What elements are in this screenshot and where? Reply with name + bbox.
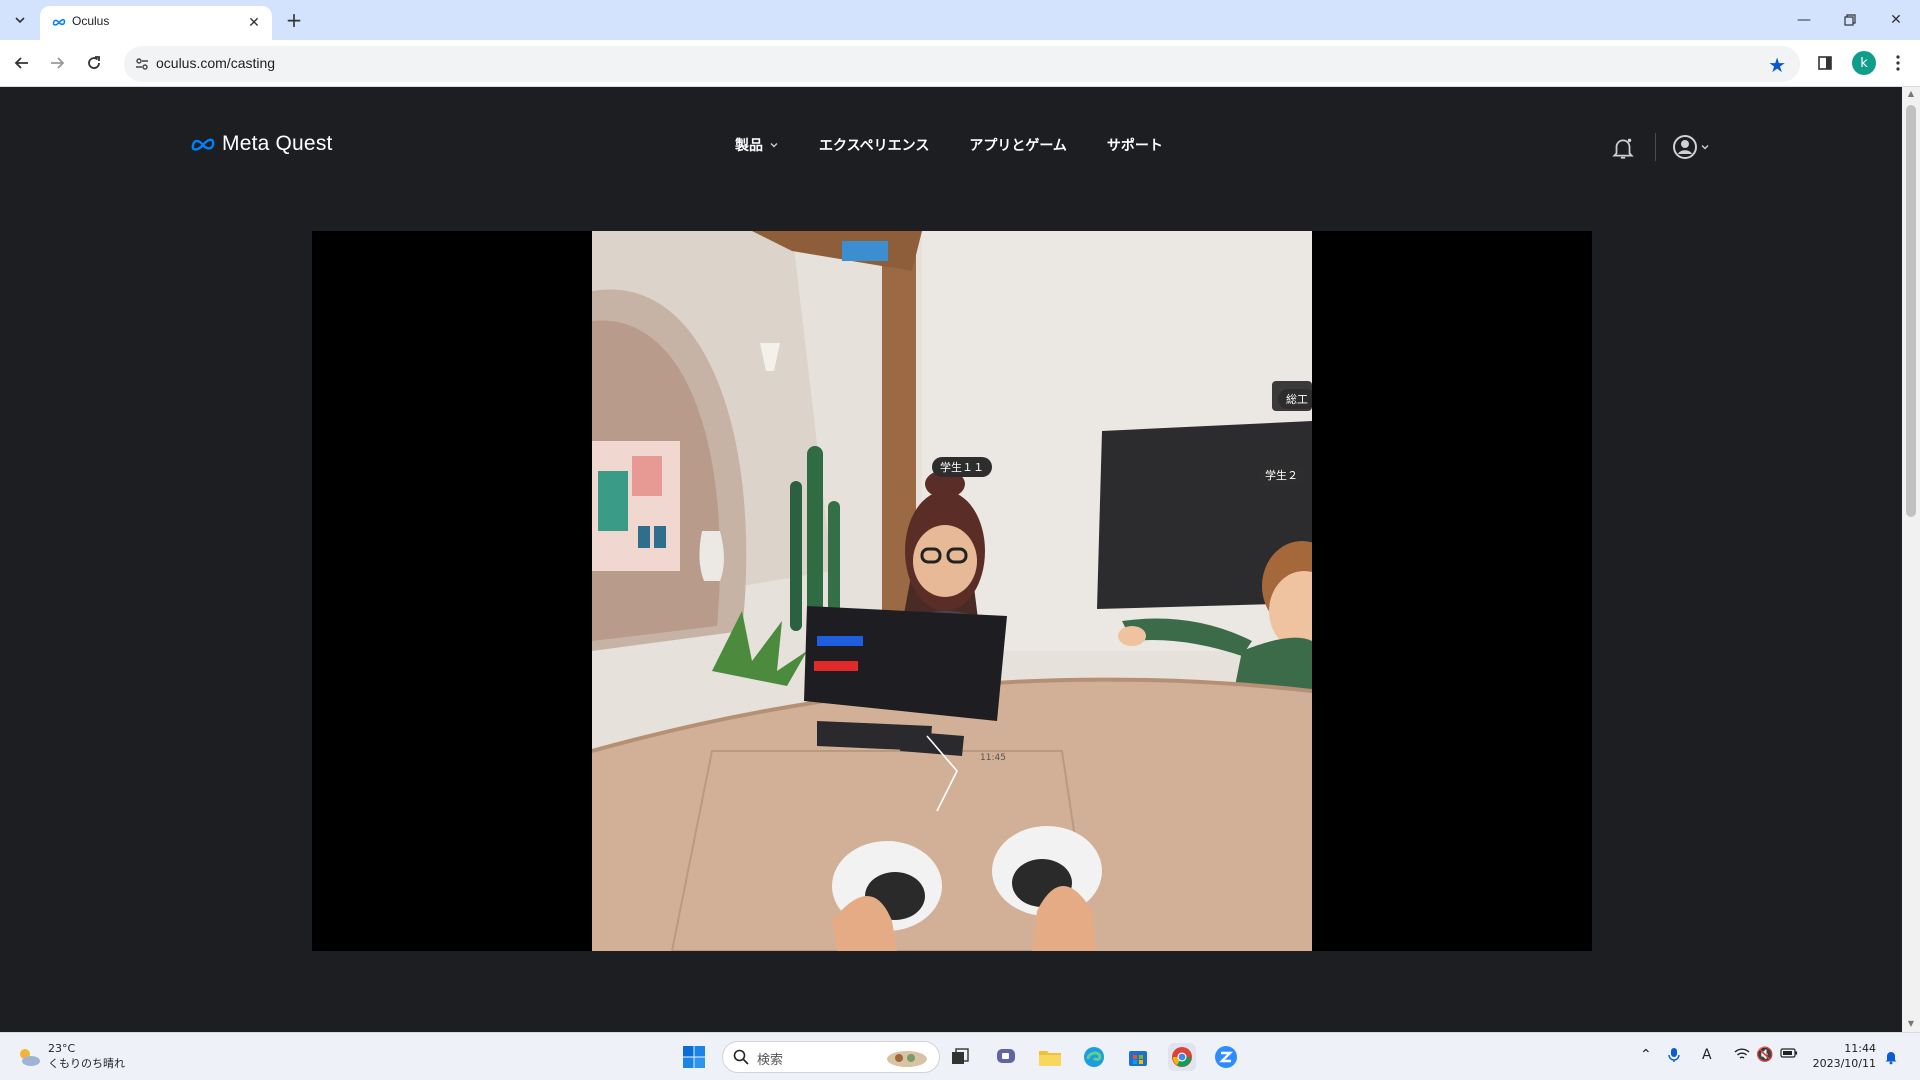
- system-clock[interactable]: 11:44 2023/10/11: [1810, 1041, 1876, 1071]
- bookmark-star-icon[interactable]: ★: [1768, 53, 1786, 77]
- reload-icon: [88, 56, 100, 69]
- back-button[interactable]: [10, 51, 34, 75]
- search-highlight-icon: [887, 1051, 927, 1067]
- chrome-app-button[interactable]: [1168, 1043, 1196, 1071]
- close-window-button[interactable]: ✕: [1884, 8, 1908, 32]
- edge-icon: [1084, 1047, 1104, 1067]
- folder-icon: [1039, 1051, 1061, 1066]
- nav-experiences[interactable]: エクスペリエンス: [819, 135, 929, 155]
- user-avatar-icon: [1673, 135, 1697, 159]
- url-text[interactable]: oculus.com/casting: [156, 55, 275, 71]
- nav-label: アプリとゲーム: [969, 138, 1067, 154]
- meta-quest-logo[interactable]: Meta Quest: [190, 132, 333, 156]
- ime-mode-icon[interactable]: A: [1702, 1047, 1712, 1063]
- header-divider: [1655, 133, 1656, 161]
- nav-products[interactable]: 製品: [735, 135, 779, 155]
- page-scrollbar[interactable]: ▲ ▼: [1902, 87, 1920, 1032]
- clock-date: 2023/10/11: [1812, 1057, 1876, 1070]
- arrow-right-icon: [51, 57, 65, 69]
- meta-logo-icon: [52, 19, 66, 26]
- scroll-down-icon[interactable]: ▼: [1906, 1019, 1916, 1029]
- weather-temp: 23°C: [48, 1042, 76, 1055]
- zoom-app-button[interactable]: [1212, 1043, 1240, 1071]
- chrome-icon: [1172, 1047, 1192, 1067]
- site-info-icon[interactable]: [134, 56, 150, 72]
- windows-start-icon[interactable]: [682, 1045, 706, 1069]
- battery-icon[interactable]: [1780, 1047, 1798, 1059]
- task-view-button[interactable]: [946, 1043, 974, 1071]
- arrow-left-icon: [14, 57, 28, 69]
- vr-name-tag: 学生２: [1257, 465, 1306, 485]
- tab-title: Oculus: [72, 14, 110, 28]
- tray-overflow-icon[interactable]: ⌃: [1640, 1047, 1652, 1063]
- scroll-up-icon[interactable]: ▲: [1906, 89, 1916, 99]
- account-menu[interactable]: [1672, 132, 1714, 162]
- microphone-icon[interactable]: [1668, 1047, 1680, 1063]
- nav-apps-games[interactable]: アプリとゲーム: [969, 135, 1067, 155]
- chevron-down-icon: [1701, 145, 1709, 150]
- nav-label: 製品: [735, 138, 763, 154]
- weather-condition: くもりのち晴れ: [48, 1057, 125, 1070]
- close-tab-icon[interactable]: ✕: [246, 15, 262, 31]
- kebab-menu-icon: [1896, 55, 1900, 71]
- chevron-down-icon: [15, 17, 25, 24]
- scrollbar-thumb[interactable]: [1906, 105, 1916, 517]
- chrome-menu-button[interactable]: [1886, 51, 1910, 75]
- side-panel-icon: [1818, 56, 1832, 70]
- teams-app-button[interactable]: [992, 1043, 1020, 1071]
- weather-widget[interactable]: 23°C くもりのち晴れ: [16, 1042, 125, 1071]
- restore-button[interactable]: [1838, 8, 1862, 32]
- search-icon: [733, 1049, 749, 1065]
- side-panel-button[interactable]: [1813, 51, 1837, 75]
- vr-cast-view: 学生１１ 学生２ 総工 11:45: [592, 231, 1312, 951]
- partly-cloudy-icon: [20, 1048, 40, 1066]
- profile-avatar[interactable]: k: [1852, 51, 1876, 75]
- vr-panel-time: 11:45: [980, 753, 1006, 763]
- task-view-icon: [952, 1048, 969, 1064]
- vr-name-tag: 総工: [1278, 389, 1312, 409]
- notification-icon[interactable]: [1884, 1049, 1898, 1065]
- web-page: Meta Quest 製品 エクスペリエンス アプリとゲーム サポート 学生１１…: [0, 87, 1902, 1032]
- zoom-icon: [1215, 1046, 1237, 1068]
- minimize-button[interactable]: —: [1792, 8, 1816, 32]
- reload-button[interactable]: [82, 51, 106, 75]
- browser-toolbar: oculus.com/casting ★ k: [0, 40, 1920, 87]
- clock-time: 11:44: [1844, 1042, 1876, 1055]
- vr-scene-illustration: [592, 231, 1312, 951]
- vr-name-tag: 学生１１: [932, 457, 992, 477]
- main-nav: 製品 エクスペリエンス アプリとゲーム サポート: [735, 135, 1163, 155]
- address-bar[interactable]: oculus.com/casting ★: [124, 46, 1800, 82]
- edge-browser-button[interactable]: [1080, 1043, 1108, 1071]
- casting-video-frame: 学生１１ 学生２ 総工 11:45: [312, 231, 1592, 951]
- chevron-down-icon: [770, 143, 778, 148]
- tab-search-button[interactable]: [6, 8, 34, 32]
- restore-icon: [1844, 14, 1856, 26]
- new-tab-button[interactable]: +: [282, 8, 306, 32]
- nav-label: エクスペリエンス: [819, 138, 930, 154]
- tab-strip: Oculus ✕ + — ✕: [0, 0, 1920, 40]
- store-icon: [1129, 1051, 1147, 1066]
- browser-tab-active[interactable]: Oculus ✕: [40, 6, 272, 40]
- brand-text: Meta Quest: [222, 132, 333, 155]
- meta-logo-icon: [191, 138, 215, 151]
- forward-button[interactable]: [45, 51, 69, 75]
- taskbar-search[interactable]: 検索: [722, 1041, 940, 1073]
- windows-taskbar: 23°C くもりのち晴れ 検索 ⌃ A �: [0, 1032, 1920, 1080]
- store-app-button[interactable]: [1124, 1043, 1152, 1071]
- file-explorer-button[interactable]: [1036, 1043, 1064, 1071]
- chat-icon: [997, 1049, 1015, 1063]
- search-placeholder: 検索: [757, 1053, 784, 1068]
- wifi-icon[interactable]: [1734, 1047, 1750, 1061]
- notification-bell-icon[interactable]: [1610, 135, 1636, 161]
- nav-label: サポート: [1106, 138, 1163, 154]
- speaker-muted-icon[interactable]: 🔇: [1756, 1047, 1773, 1063]
- nav-support[interactable]: サポート: [1107, 135, 1163, 155]
